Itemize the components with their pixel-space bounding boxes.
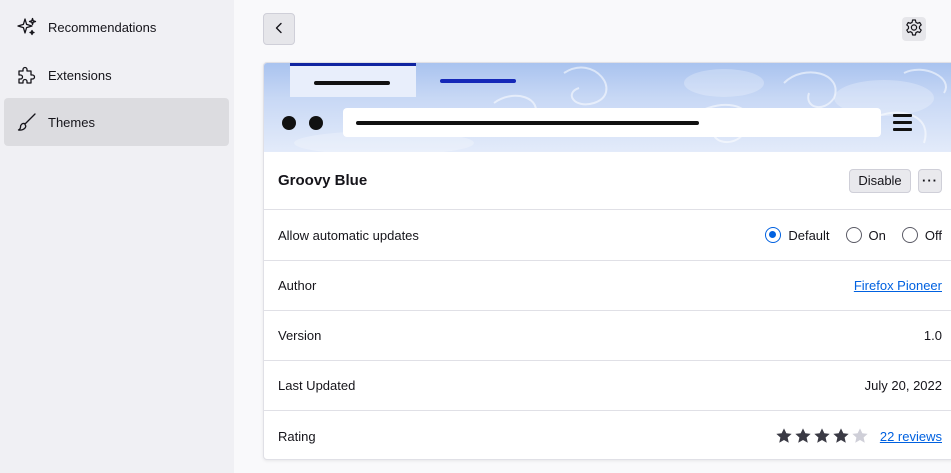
back-button[interactable] [263,13,295,45]
sidebar-item-label: Recommendations [48,19,157,35]
radio-label: Off [924,227,942,243]
radio-circle[interactable] [765,227,782,243]
radio-off[interactable]: Off [901,227,942,243]
updates-radio-group: Default On Off [749,227,942,243]
preview-inactive-tab [440,79,516,83]
sidebar-item-extensions[interactable]: Extensions [4,51,229,99]
radio-label: On [868,227,886,243]
addon-name: Groovy Blue [278,172,368,189]
sidebar-item-label: Extensions [48,67,112,83]
author-link[interactable]: Firefox Pioneer [854,278,942,293]
settings-button[interactable] [902,17,926,41]
preview-toolbar [264,97,951,152]
preview-tab-title [314,81,390,85]
hamburger-icon [893,114,912,135]
addon-actions: Disable ··· [849,168,942,193]
preview-dot [309,116,323,130]
reviews-link[interactable]: 22 reviews [880,429,942,444]
sidebar-item-recommendations[interactable]: Recommendations [4,3,229,51]
radio-on[interactable]: On [845,227,886,243]
preview-urlbar [343,108,881,137]
gear-icon [904,18,924,41]
author-label: Author [278,278,317,293]
rating-stars [775,427,870,445]
radio-circle[interactable] [901,227,918,243]
radio-label: Default [788,227,830,243]
star-filled-icon [814,428,830,443]
addon-header-row: Groovy Blue Disable ··· [264,152,951,209]
sparkle-icon [16,16,38,38]
version-value: 1.0 [923,328,942,343]
rating-label: Rating [278,428,316,444]
radio-circle[interactable] [845,227,862,243]
last-updated-label: Last Updated [278,378,356,393]
sidebar-item-label: Themes [48,114,95,130]
version-label: Version [278,328,322,343]
preview-active-tab [290,63,416,97]
updates-label: Allow automatic updates [278,227,419,243]
version-row: Version 1.0 [264,310,951,360]
main-panel: Groovy Blue Disable ··· Allow automatic … [234,0,951,473]
sidebar: Recommendations Extensions Themes [0,0,234,473]
last-updated-row: Last Updated July 20, 2022 [264,360,951,410]
rating-row: Rating 22 reviews [264,410,951,459]
star-filled-icon [795,428,811,443]
brush-icon [16,111,38,133]
updates-row: Allow automatic updates Default On Off [264,209,951,260]
star-filled-icon [833,428,849,443]
more-options-button[interactable]: ··· [918,168,942,193]
author-row: Author Firefox Pioneer [264,260,951,310]
back-icon [273,22,285,37]
last-updated-value: July 20, 2022 [864,378,942,393]
radio-default[interactable]: Default [765,227,830,243]
theme-preview [264,63,951,152]
sidebar-item-themes[interactable]: Themes [4,98,229,146]
star-empty-icon [852,428,868,443]
preview-dot [282,116,296,130]
star-filled-icon [776,428,792,443]
puzzle-icon [16,64,38,86]
disable-button[interactable]: Disable [849,168,911,193]
theme-card: Groovy Blue Disable ··· Allow automatic … [263,62,951,460]
